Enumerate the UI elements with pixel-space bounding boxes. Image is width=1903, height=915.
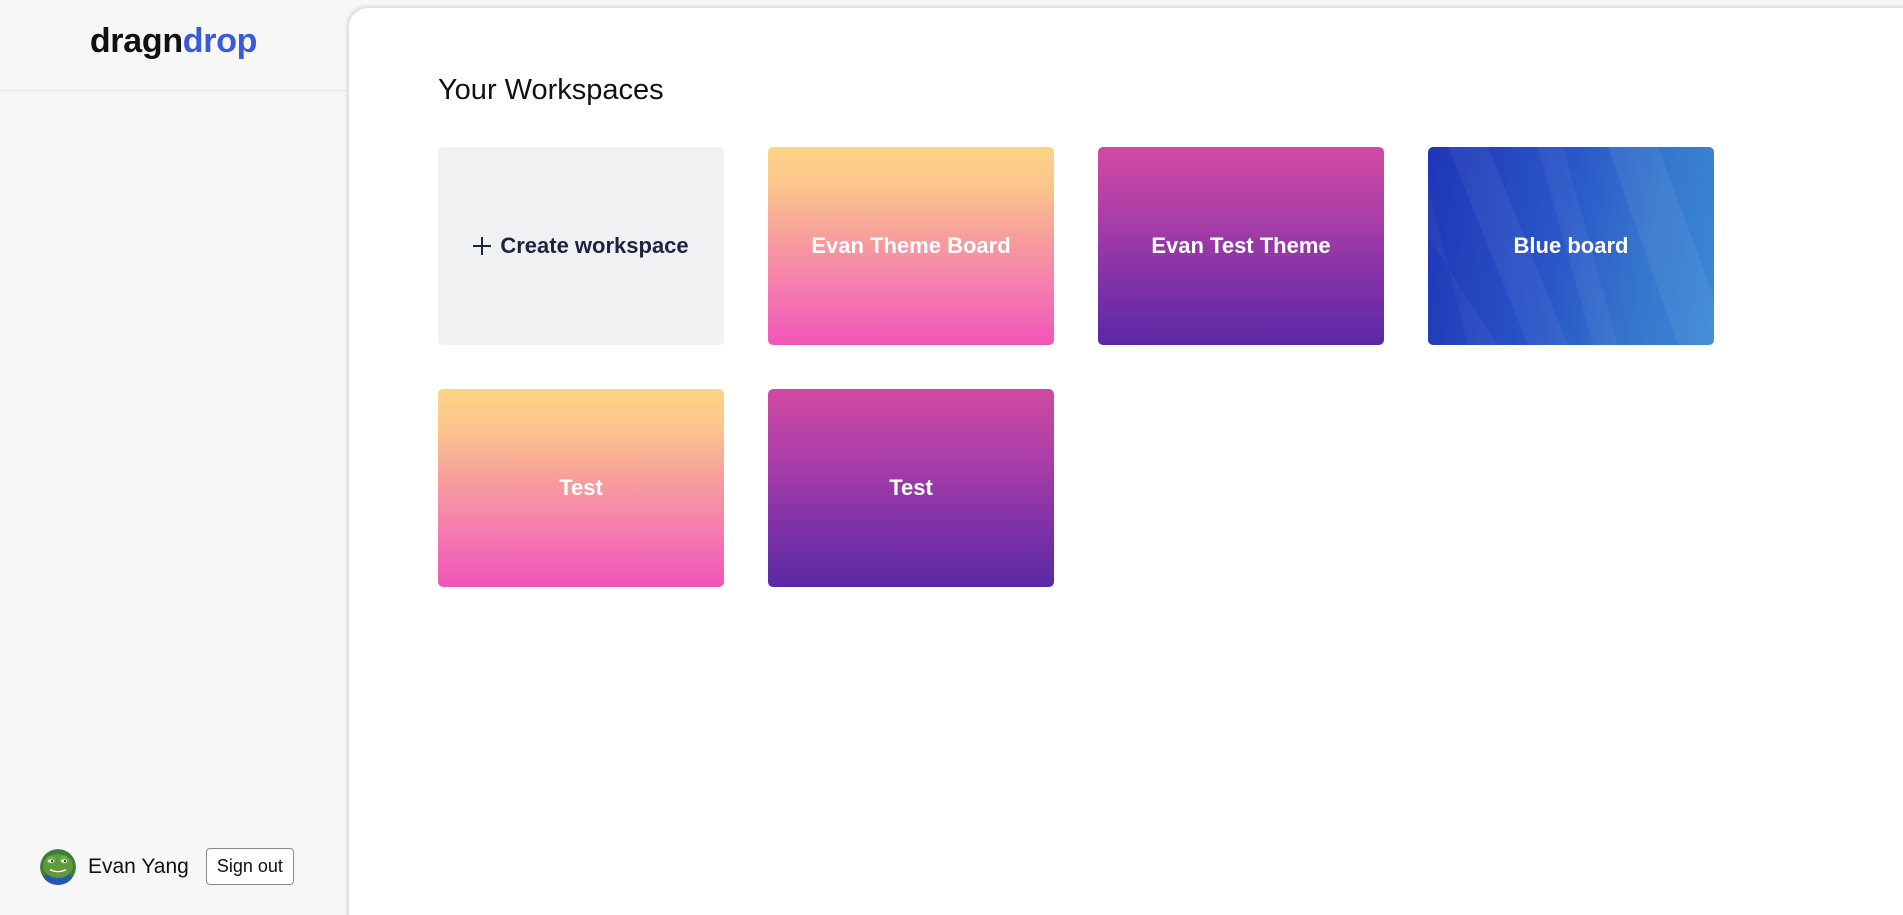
main-panel: Your Workspaces Create workspace Evan Th… [348, 7, 1903, 915]
sidebar: dragndrop Evan Yang Sign out [0, 0, 347, 915]
brand-logo-part2: drop [182, 21, 258, 60]
app: dragndrop Evan Yang Sign out Your Worksp… [0, 0, 1903, 915]
workspace-tile-label: Evan Test Theme [1151, 233, 1331, 258]
page-title: Your Workspaces [438, 74, 664, 106]
user-profile: Evan Yang Sign out [40, 848, 294, 885]
workspace-grid: Create workspace Evan Theme Board Evan T… [438, 147, 1714, 587]
workspace-tile[interactable]: Test [768, 389, 1054, 587]
create-workspace-label: Create workspace [473, 233, 689, 259]
create-workspace-button[interactable]: Create workspace [438, 147, 724, 345]
workspace-tile[interactable]: Blue board [1428, 147, 1714, 345]
plus-icon [473, 237, 492, 255]
workspace-tile[interactable]: Evan Theme Board [768, 147, 1054, 345]
brand-logo[interactable]: dragndrop [89, 21, 258, 61]
workspace-tile[interactable]: Test [438, 389, 724, 587]
sign-out-button[interactable]: Sign out [205, 848, 294, 885]
workspace-tile-label: Evan Theme Board [811, 233, 1011, 258]
logo-area: dragndrop [0, 0, 347, 91]
workspace-tile-label: Test [889, 475, 933, 500]
user-name: Evan Yang [88, 854, 189, 878]
workspace-tile-label: Test [559, 475, 603, 500]
workspace-tile-label: Blue board [1513, 233, 1629, 258]
brand-logo-part1: dragn [89, 21, 183, 60]
create-workspace-text: Create workspace [500, 233, 689, 258]
workspace-tile[interactable]: Evan Test Theme [1098, 147, 1384, 345]
frog-avatar-icon [40, 848, 76, 885]
